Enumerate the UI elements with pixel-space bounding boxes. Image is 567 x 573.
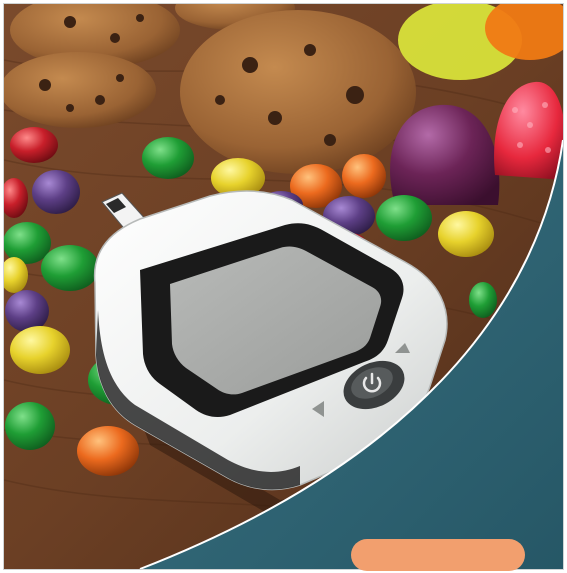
cookie-large xyxy=(180,10,416,174)
cookie-left xyxy=(4,52,156,128)
promo-card xyxy=(0,0,567,573)
cta-button[interactable] xyxy=(351,539,525,571)
diabetes-candy-photo xyxy=(3,3,564,570)
